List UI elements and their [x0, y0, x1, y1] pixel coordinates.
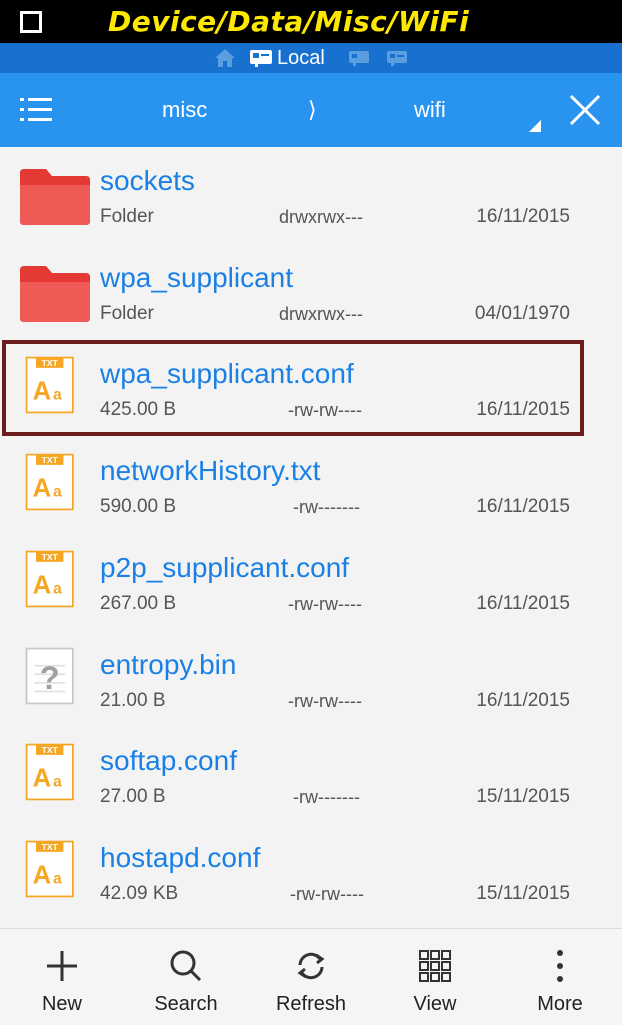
file-permissions: -rw------- [293, 497, 360, 517]
txt-glyph: A [33, 475, 52, 503]
path-separator: ⟩ [308, 97, 317, 122]
file-date: 16/11/2015 [476, 496, 570, 517]
file-name: wpa_supplicant.conf [100, 358, 354, 389]
file-list: sockets Folder drwxrwx--- 16/11/2015 wpa_sup… [0, 147, 622, 927]
file-row[interactable]: sockets Folder drwxrwx--- 16/11/2015 [0, 147, 622, 244]
file-permissions: drwxrwx--- [279, 304, 363, 324]
view-button[interactable]: View [380, 929, 490, 1025]
more-button[interactable]: More [505, 929, 615, 1025]
txt-glyph: A [33, 572, 52, 600]
txt-glyph-small: a [53, 387, 62, 404]
file-size-or-type: Folder [100, 206, 154, 227]
txt-glyph-small: a [53, 581, 62, 598]
new-label: New [41, 993, 82, 1015]
file-name: sockets [100, 165, 195, 196]
file-date: 16/11/2015 [476, 206, 570, 227]
file-name: softap.conf [100, 745, 237, 776]
file-name: hostapd.conf [100, 842, 261, 873]
location-local-label: Local [277, 46, 325, 69]
location-local[interactable]: Local [249, 45, 325, 71]
folder-icon [20, 266, 90, 322]
txt-badge: TXT [42, 455, 59, 465]
folder-icon [20, 169, 90, 225]
refresh-button[interactable]: Refresh [256, 929, 366, 1025]
txt-file-icon: TXT A a [25, 550, 74, 608]
home-icon[interactable] [214, 48, 236, 68]
file-permissions: -rw-rw---- [288, 691, 362, 711]
location-bar: Local [0, 43, 622, 73]
file-date: 16/11/2015 [476, 690, 570, 711]
file-size-or-type: 425.00 B [100, 399, 177, 420]
local-storage-icon [250, 50, 272, 67]
remote-storage-icon[interactable] [386, 50, 408, 67]
unknown-file-icon: ? [25, 647, 74, 705]
txt-file-icon: TXT A a [25, 743, 74, 801]
file-date: 16/11/2015 [476, 593, 570, 614]
file-row[interactable]: wpa_supplicant Folder drwxrwx--- 04/01/1970 [0, 244, 622, 341]
txt-badge: TXT [42, 552, 59, 562]
txt-glyph: A [33, 765, 52, 793]
file-date: 16/11/2015 [476, 399, 570, 420]
search-button[interactable]: Search [131, 929, 241, 1025]
txt-file-icon: TXT A a [25, 840, 74, 898]
search-label: Search [154, 993, 218, 1015]
file-row[interactable]: TXT Aa wpa_supplicant.conf 425.00 B -rw-rw--… [0, 340, 622, 437]
file-date: 04/01/1970 [474, 303, 570, 324]
path-segment-misc[interactable]: misc [162, 73, 207, 147]
grid-view-icon [419, 950, 451, 982]
search-icon [170, 950, 202, 982]
file-date: 15/11/2015 [476, 883, 570, 904]
new-button[interactable]: New [7, 929, 117, 1025]
file-permissions: drwxrwx--- [279, 207, 363, 227]
file-permissions: -rw-rw---- [288, 594, 362, 614]
network-storage-icon[interactable] [348, 50, 370, 67]
title-strip: Device/Data/Misc/WiFi [0, 0, 622, 43]
file-row[interactable]: TXT Aa hostapd.conf 42.09 KB -rw-rw---- 15/11… [0, 824, 622, 921]
menu-icon[interactable] [20, 95, 52, 125]
file-size-or-type: 21.00 B [100, 690, 166, 711]
refresh-icon [297, 952, 325, 980]
txt-file-icon: TXT A a [25, 356, 74, 414]
txt-glyph: A [33, 862, 52, 890]
more-label: More [537, 993, 583, 1015]
file-size-or-type: 42.09 KB [100, 883, 179, 904]
path-dropdown-indicator-icon[interactable] [529, 120, 541, 132]
file-size-or-type: 590.00 B [100, 496, 177, 517]
file-name: networkHistory.txt [100, 455, 321, 486]
file-row[interactable]: TXT Aa p2p_supplicant.conf 267.00 B -rw-rw--… [0, 534, 622, 631]
refresh-label: Refresh [275, 993, 347, 1015]
file-size-or-type: 267.00 B [100, 593, 177, 614]
unknown-glyph: ? [40, 660, 60, 696]
path-bar: misc ⟩ wifi [0, 73, 622, 147]
txt-glyph-small: a [53, 871, 62, 888]
file-size-or-type: Folder [100, 303, 154, 324]
file-size-or-type: 27.00 B [100, 786, 166, 807]
txt-file-icon: TXT A a [25, 453, 74, 511]
file-row[interactable]: TXT Aa softap.conf 27.00 B -rw------- 15/11/2… [0, 727, 622, 824]
txt-badge: TXT [42, 745, 59, 755]
more-vertical-icon [557, 950, 563, 982]
file-name: p2p_supplicant.conf [100, 552, 350, 583]
path-segment-wifi[interactable]: wifi [414, 73, 446, 147]
file-permissions: -rw------- [293, 787, 360, 807]
file-permissions: -rw-rw---- [290, 884, 364, 904]
file-date: 15/11/2015 [476, 786, 570, 807]
close-icon[interactable] [567, 92, 603, 128]
txt-glyph: A [33, 378, 52, 406]
view-label: View [413, 993, 457, 1015]
txt-glyph-small: a [53, 774, 62, 791]
file-name: entropy.bin [100, 649, 237, 680]
plus-icon [47, 951, 77, 981]
file-permissions: -rw-rw---- [288, 400, 362, 420]
txt-badge: TXT [42, 842, 59, 852]
checkbox-icon[interactable] [20, 11, 42, 33]
title-text: Device/Data/Misc/WiFi [108, 5, 470, 38]
file-row[interactable]: ? entropy.bin 21.00 B -rw-rw---- 16/11/2015 [0, 631, 622, 728]
bottom-toolbar: New Search Refresh View More [0, 928, 622, 1025]
file-name: wpa_supplicant [100, 262, 294, 293]
txt-glyph-small: a [53, 484, 62, 501]
txt-badge: TXT [42, 358, 59, 368]
file-row[interactable]: TXT Aa networkHistory.txt 590.00 B -rw------… [0, 437, 622, 534]
